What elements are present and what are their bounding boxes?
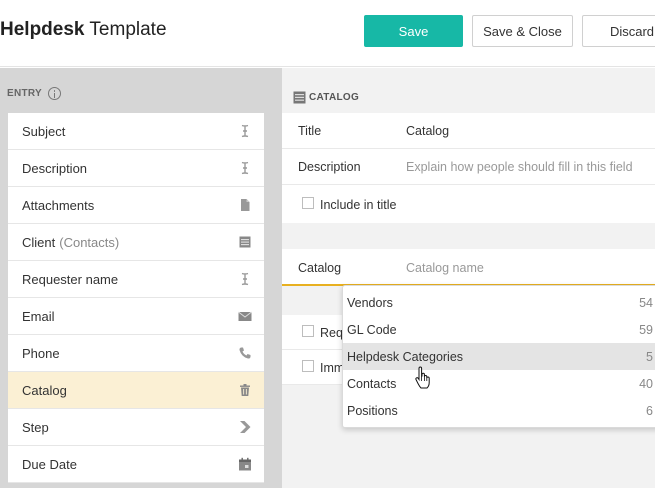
required-label: Req xyxy=(320,326,343,340)
calendar-icon xyxy=(238,457,252,471)
title-rest: Template xyxy=(84,19,167,40)
description-label: Description xyxy=(298,160,361,174)
catalog-dropdown: Vendors 54 GL Code 59 Helpdesk Categorie… xyxy=(342,285,655,428)
description-input[interactable]: Explain how people should fill in this f… xyxy=(406,160,633,174)
required-checkbox[interactable] xyxy=(302,325,314,337)
field-label: Description xyxy=(22,160,88,176)
catalog-source-row: Catalog Catalog name xyxy=(282,249,655,286)
include-in-title-checkbox[interactable] xyxy=(302,197,314,209)
dropdown-item-count: 59 xyxy=(639,323,653,337)
dropdown-item-vendors[interactable]: Vendors 54 xyxy=(343,289,655,316)
immutable-checkbox[interactable] xyxy=(302,360,314,372)
title-bold: Helpdesk xyxy=(0,19,85,40)
field-label: Requester name xyxy=(22,271,119,287)
immutable-label: Imm xyxy=(320,361,345,375)
field-label: Attachments xyxy=(22,197,95,213)
title-input[interactable]: Catalog xyxy=(406,124,449,138)
info-icon[interactable] xyxy=(48,87,62,100)
chevron-right-icon xyxy=(238,420,252,434)
dropdown-item-gl-code[interactable]: GL Code 59 xyxy=(343,316,655,343)
entry-panel: ENTRY Subject Description Attachments Cl… xyxy=(0,68,282,488)
catalog-label: Catalog xyxy=(298,261,342,275)
dropdown-item-label: Positions xyxy=(347,403,398,418)
envelope-icon xyxy=(238,309,252,323)
field-item-step[interactable]: Step xyxy=(8,409,264,446)
phone-icon xyxy=(238,346,252,360)
field-list: Subject Description Attachments Client (… xyxy=(8,113,264,483)
field-item-client[interactable]: Client (Contacts) xyxy=(8,224,264,261)
dropdown-item-label: Vendors xyxy=(347,295,393,310)
page-title: Helpdesk Template xyxy=(0,19,167,41)
field-label: Email xyxy=(22,308,55,324)
field-item-description[interactable]: Description xyxy=(8,150,264,187)
page: Helpdesk Template Save Save & Close Disc… xyxy=(0,0,655,488)
description-row: Description Explain how people should fi… xyxy=(282,149,655,185)
title-label: Title xyxy=(298,124,322,138)
catalog-icon xyxy=(293,91,306,104)
header-bar: Helpdesk Template Save Save & Close Disc… xyxy=(0,0,655,67)
field-item-due-date[interactable]: Due Date xyxy=(8,446,264,483)
entry-heading: ENTRY xyxy=(7,87,62,100)
field-label: Subject xyxy=(22,123,66,139)
field-item-email[interactable]: Email xyxy=(8,298,264,335)
catalog-name-input[interactable]: Catalog name xyxy=(406,261,484,275)
save-close-button[interactable]: Save & Close xyxy=(472,15,573,47)
text-field-icon xyxy=(238,124,252,138)
include-in-title-label: Include in title xyxy=(320,198,397,212)
document-icon xyxy=(238,198,252,212)
field-item-attachments[interactable]: Attachments xyxy=(8,187,264,224)
field-sublabel: (Contacts) xyxy=(59,234,120,250)
dropdown-item-positions[interactable]: Positions 6 xyxy=(343,397,655,424)
dropdown-item-count: 40 xyxy=(639,377,653,391)
section-heading-text: CATALOG xyxy=(309,92,360,103)
entry-heading-text: ENTRY xyxy=(7,88,43,99)
dropdown-item-count: 5 xyxy=(646,350,653,364)
field-label: Due Date xyxy=(22,456,77,472)
field-item-requester-name[interactable]: Requester name xyxy=(8,261,264,298)
properties-form: Title Catalog Description Explain how pe… xyxy=(282,113,655,223)
field-label: Step xyxy=(22,419,49,435)
dropdown-item-helpdesk-categories[interactable]: Helpdesk Categories 5 xyxy=(343,343,655,370)
dropdown-item-label: Helpdesk Categories xyxy=(347,349,464,364)
hand-cursor-icon xyxy=(415,366,430,389)
field-item-phone[interactable]: Phone xyxy=(8,335,264,372)
dropdown-item-label: GL Code xyxy=(347,322,397,337)
discard-button[interactable]: Discard xyxy=(582,15,655,47)
section-heading: CATALOG xyxy=(293,91,359,104)
catalog-icon xyxy=(238,235,252,249)
field-label: Phone xyxy=(22,345,60,361)
save-button[interactable]: Save xyxy=(364,15,463,47)
field-item-subject[interactable]: Subject xyxy=(8,113,264,150)
dropdown-item-label: Contacts xyxy=(347,376,397,391)
dropdown-item-count: 6 xyxy=(646,404,653,418)
include-in-title-row: Include in title xyxy=(282,185,655,223)
text-field-icon xyxy=(238,161,252,175)
trash-icon[interactable] xyxy=(238,383,252,397)
text-field-icon xyxy=(238,272,252,286)
dropdown-item-contacts[interactable]: Contacts 40 xyxy=(343,370,655,397)
field-item-catalog[interactable]: Catalog xyxy=(8,372,264,409)
field-label: Client xyxy=(22,234,56,250)
dropdown-item-count: 54 xyxy=(639,296,653,310)
title-row: Title Catalog xyxy=(282,113,655,149)
field-label: Catalog xyxy=(22,382,67,398)
